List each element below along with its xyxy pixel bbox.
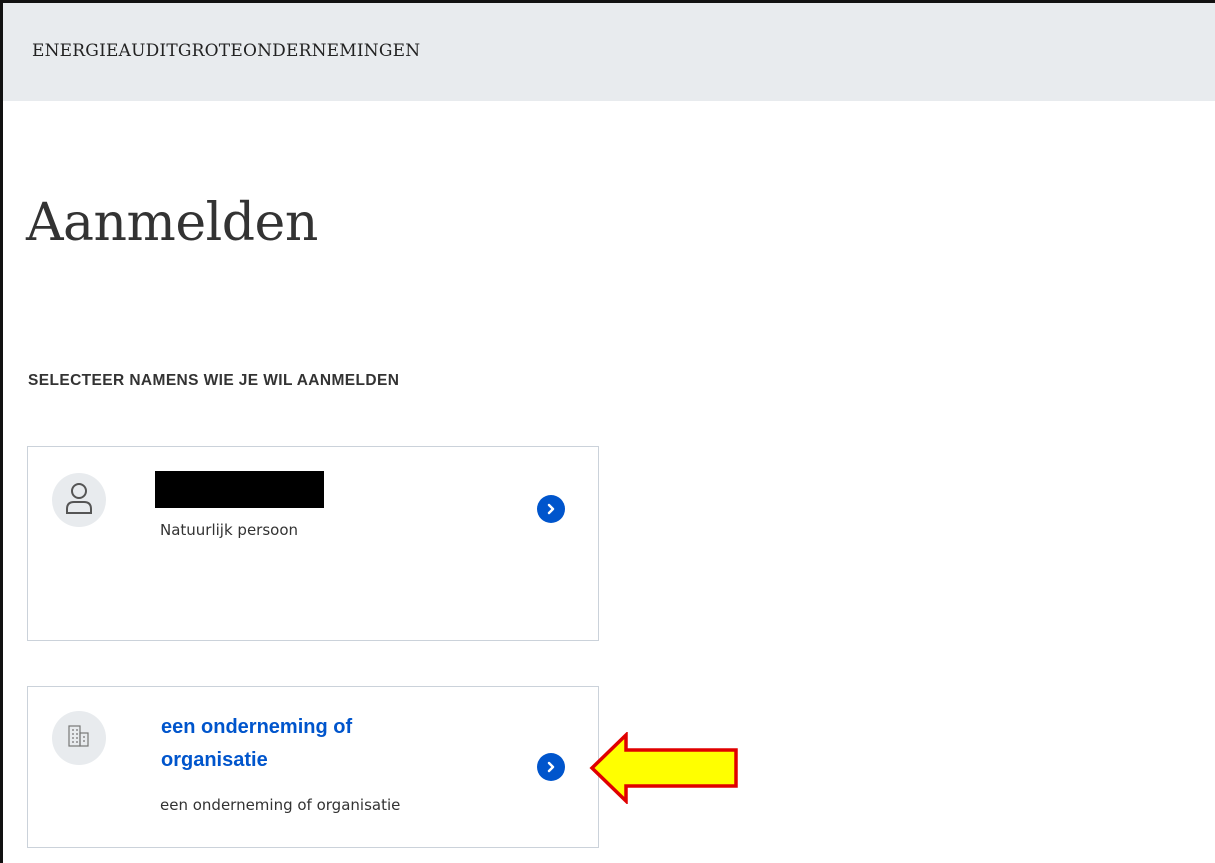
chevron-right-icon [545, 500, 557, 519]
option-title[interactable]: een onderneming of organisatie [161, 711, 461, 777]
redacted-name [155, 471, 324, 508]
option-subtitle: een onderneming of organisatie [160, 796, 401, 814]
page-title: Aanmelden [26, 193, 318, 253]
section-label: SELECTEER NAMENS WIE JE WIL AANMELDEN [28, 372, 400, 389]
select-organisation-button[interactable] [537, 753, 565, 781]
organisation-avatar [52, 711, 106, 765]
login-option-organisation[interactable]: een onderneming of organisatie een onder… [27, 686, 599, 848]
building-icon [66, 723, 92, 753]
select-person-button[interactable] [537, 495, 565, 523]
site-title[interactable]: ENERGIEAUDITGROTEONDERNEMINGEN [32, 41, 420, 61]
option-subtitle: Natuurlijk persoon [160, 521, 299, 539]
login-option-person[interactable]: Natuurlijk persoon [27, 446, 599, 641]
person-icon [64, 481, 94, 519]
annotation-arrow-icon [589, 732, 738, 804]
chevron-right-icon [545, 758, 557, 777]
person-avatar [52, 473, 106, 527]
site-header: ENERGIEAUDITGROTEONDERNEMINGEN [3, 3, 1215, 101]
